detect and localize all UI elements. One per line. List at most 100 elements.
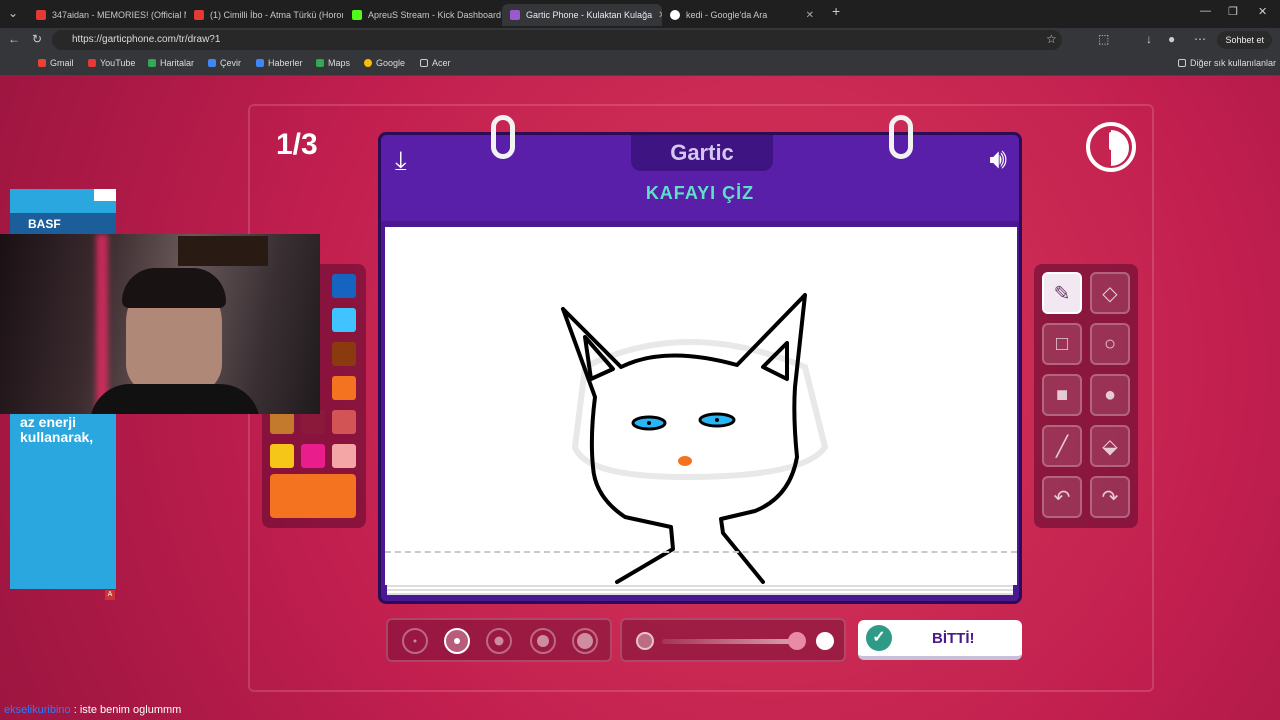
maximize-icon[interactable]: ❐ xyxy=(1228,5,1238,18)
chat-button[interactable]: Sohbet et xyxy=(1217,31,1272,49)
youtube-icon xyxy=(194,10,204,20)
tool-panel: ✎ ◇ □ ○ ■ ● ╱ ⬙ ↶ ↷ xyxy=(1034,264,1138,528)
brush-size-1[interactable] xyxy=(402,628,428,654)
done-button[interactable]: ✓ BİTTİ! xyxy=(858,620,1022,660)
gartic-icon xyxy=(510,10,520,20)
opacity-thumb[interactable] xyxy=(788,632,806,650)
brush-size-4[interactable] xyxy=(530,628,556,654)
tab-3[interactable]: ApreuS Stream - Kick Dashboard ✕ xyxy=(344,4,502,26)
close-window-icon[interactable]: ✕ xyxy=(1258,5,1267,18)
minimize-icon[interactable]: — xyxy=(1200,5,1211,17)
star-icon[interactable]: ☆ xyxy=(1046,32,1057,46)
bookmark-gmail[interactable]: Gmail xyxy=(38,58,74,68)
opacity-track[interactable] xyxy=(662,639,802,644)
gartic-logo: Gartic xyxy=(631,135,773,171)
volume-icon[interactable]: 🔊︎ xyxy=(989,143,1007,176)
drawing-card: Gartic KAFAYI ÇİZ ⤓ 🔊︎ xyxy=(378,115,1022,604)
card-header: Gartic KAFAYI ÇİZ ⤓ 🔊︎ xyxy=(381,135,1019,221)
browser-chrome: ⌄ 347aidan - MEMORIES! (Official M ✕ (1)… xyxy=(0,0,1280,76)
opacity-slider[interactable] xyxy=(620,618,846,662)
bookmark-haberler[interactable]: Haberler xyxy=(256,58,303,68)
download-icon[interactable]: ↓ xyxy=(1146,32,1152,46)
new-tab-icon[interactable]: + xyxy=(832,3,840,19)
fill-bucket-icon[interactable]: ⬙ xyxy=(1090,425,1130,467)
stream-chat-line: ekselikuribino : iste benim oglummm xyxy=(0,702,1280,720)
reload-icon[interactable]: ↻ xyxy=(32,32,42,46)
bookmark-acer[interactable]: Acer xyxy=(420,58,451,68)
line-icon[interactable]: ╱ xyxy=(1042,425,1082,467)
menu-icon[interactable]: ⋯ xyxy=(1194,32,1206,46)
other-bookmarks[interactable]: Diğer sık kullanılanlar xyxy=(1178,58,1276,68)
drawing-canvas[interactable] xyxy=(385,227,1017,585)
color-swatch[interactable] xyxy=(270,444,294,468)
timer-icon xyxy=(1086,122,1136,172)
check-icon: ✓ xyxy=(866,625,892,651)
chat-message: : iste benim oglummm xyxy=(73,704,182,716)
binder-ring-left xyxy=(491,115,515,159)
round-counter: 1/3 xyxy=(276,128,318,161)
tab-title: ApreuS Stream - Kick Dashboard xyxy=(368,10,502,20)
ad-info-icon[interactable] xyxy=(94,189,116,201)
kick-icon xyxy=(352,10,362,20)
bookmark-cevir[interactable]: Çevir xyxy=(208,58,241,68)
bookmarks-bar: Gmail YouTube Haritalar Çevir Haberler M… xyxy=(0,52,1280,76)
task-title: KAFAYI ÇİZ xyxy=(645,183,755,203)
brush-size-5[interactable] xyxy=(572,628,598,654)
eraser-icon[interactable]: ◇ xyxy=(1090,272,1130,314)
binder-ring-right xyxy=(889,115,913,159)
circle-outline-icon[interactable]: ○ xyxy=(1090,323,1130,365)
tab-title: Gartic Phone - Kulaktan Kulağa xyxy=(526,10,653,20)
bookmark-google[interactable]: Google xyxy=(364,58,405,68)
ad-text: az enerji kullanarak, xyxy=(20,414,94,445)
canvas-guideline xyxy=(385,551,1017,553)
tab-1[interactable]: 347aidan - MEMORIES! (Official M ✕ xyxy=(28,4,186,26)
color-swatch[interactable] xyxy=(301,444,325,468)
close-icon[interactable]: ✕ xyxy=(806,10,814,21)
address-row: ← ↻ https://garticphone.com/tr/draw?1 ☆ … xyxy=(0,28,1280,52)
brush-size-3[interactable] xyxy=(486,628,512,654)
tab-search-icon[interactable]: ⌄ xyxy=(8,6,18,20)
webcam-overlay xyxy=(0,234,320,414)
done-label: BİTTİ! xyxy=(932,629,975,647)
opacity-low-icon xyxy=(636,632,654,650)
tab-title: 347aidan - MEMORIES! (Official M xyxy=(52,10,186,20)
chat-username: ekselikuribino xyxy=(4,704,71,716)
undo-icon[interactable]: ↶ xyxy=(1042,476,1082,518)
tab-bar: ⌄ 347aidan - MEMORIES! (Official M ✕ (1)… xyxy=(0,0,1280,28)
paper-edge xyxy=(387,585,1013,595)
color-swatch[interactable] xyxy=(332,274,356,298)
tab-title: kedi - Google'da Ara xyxy=(686,10,768,20)
redo-icon[interactable]: ↷ xyxy=(1090,476,1130,518)
current-color xyxy=(270,474,356,518)
opacity-high-icon xyxy=(816,632,834,650)
color-swatch[interactable] xyxy=(332,376,356,400)
tab-title: (1) Cimilli İbo - Atma Türkü (Horoı xyxy=(210,10,344,20)
tab-5[interactable]: kedi - Google'da Ara ✕ xyxy=(662,4,822,26)
download-icon[interactable]: ⤓ xyxy=(395,145,407,177)
back-icon[interactable]: ← xyxy=(8,32,20,46)
color-swatch[interactable] xyxy=(332,342,356,366)
tab-4[interactable]: Gartic Phone - Kulaktan Kulağa ✕ xyxy=(502,4,662,26)
color-swatch[interactable] xyxy=(332,308,356,332)
gartic-page: 1/3 Gartic KAFAYI ÇİZ ⤓ 🔊︎ ✎ ◇ □ ○ ■ ● ╱… xyxy=(0,76,1280,720)
youtube-icon xyxy=(36,10,46,20)
color-swatch[interactable] xyxy=(332,444,356,468)
profile-icon[interactable]: ● xyxy=(1168,32,1175,46)
bookmark-haritalar[interactable]: Haritalar xyxy=(148,58,194,68)
url-bar[interactable]: https://garticphone.com/tr/draw?1 xyxy=(52,30,1062,50)
color-swatch[interactable] xyxy=(332,410,356,434)
tab-2[interactable]: (1) Cimilli İbo - Atma Türkü (Horoı ✕ xyxy=(186,4,344,26)
bookmark-maps[interactable]: Maps xyxy=(316,58,350,68)
circle-fill-icon[interactable]: ● xyxy=(1090,374,1130,416)
cat-drawing xyxy=(561,293,829,584)
brush-size-panel xyxy=(386,618,612,662)
extensions-icon[interactable]: ⬚ xyxy=(1098,32,1109,46)
google-icon xyxy=(670,10,680,20)
ad-brand: BASF xyxy=(10,213,116,235)
rect-fill-icon[interactable]: ■ xyxy=(1042,374,1082,416)
brush-size-2[interactable] xyxy=(444,628,470,654)
pencil-icon[interactable]: ✎ xyxy=(1042,272,1082,314)
ad-badge-icon: A xyxy=(105,590,115,600)
rect-outline-icon[interactable]: □ xyxy=(1042,323,1082,365)
bookmark-youtube[interactable]: YouTube xyxy=(88,58,135,68)
